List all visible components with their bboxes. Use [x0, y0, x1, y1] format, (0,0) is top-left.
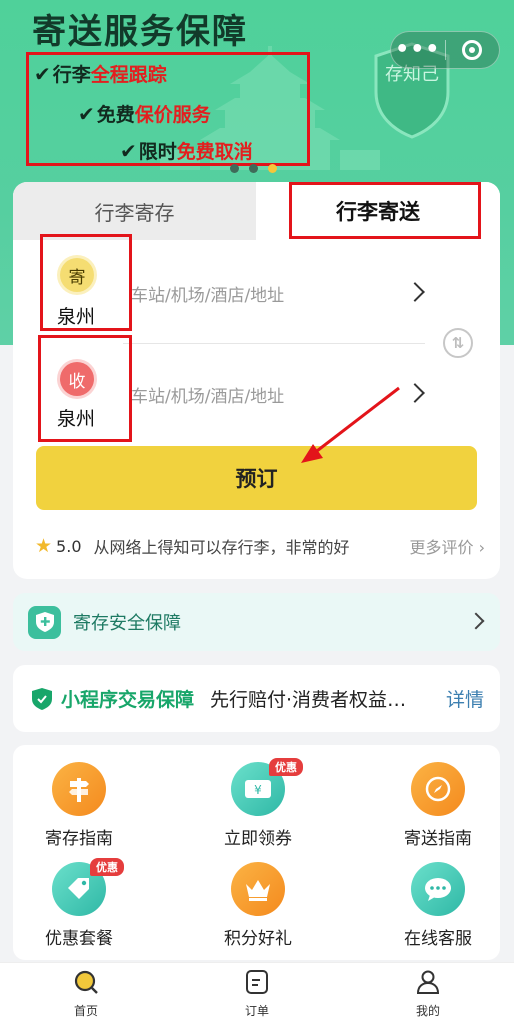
tab-annotation-box [289, 182, 481, 239]
chat-icon [411, 862, 465, 916]
chevron-right-icon [467, 612, 485, 630]
check-icon: ✔ [34, 62, 51, 86]
feature-free-cancel: ✔ 限时免费取消 [120, 139, 253, 163]
sender-row[interactable]: 寄 泉州 车站/机场/酒店/地址 [13, 234, 500, 344]
receiver-annotation-box [38, 335, 132, 442]
booking-card: 行李寄存 行李寄送 寄 泉州 车站/机场/酒店/地址 收 泉州 车站/机场/酒店… [13, 182, 500, 579]
guarantee-title: 小程序交易保障 [61, 689, 195, 711]
receiver-row[interactable]: 收 泉州 车站/机场/酒店/地址 [13, 335, 500, 444]
storage-safety-row[interactable]: 寄存安全保障 [13, 593, 500, 651]
service-get-coupon[interactable]: ¥ 优惠 立即领券 [197, 758, 317, 857]
book-button[interactable]: 预订 [36, 446, 477, 510]
transaction-guarantee-bar[interactable]: 小程序交易保障 先行赔付·消费者权益保障 详情 [13, 665, 500, 732]
target-icon [462, 40, 483, 60]
service-online-support[interactable]: 在线客服 [377, 862, 497, 957]
feature-insurance: ✔ 免费保价服务 [78, 102, 211, 126]
miniprogram-capsule: ••• [390, 31, 500, 69]
signpost-icon [52, 762, 106, 816]
carousel-dot[interactable] [230, 164, 239, 173]
feature-tracking: ✔ 行李全程跟踪 [34, 62, 167, 86]
guarantee-details-link[interactable]: 详情 [446, 685, 484, 712]
sender-address-placeholder[interactable]: 车站/机场/酒店/地址 [131, 281, 284, 306]
carousel-dot-active[interactable] [268, 164, 277, 173]
close-miniprogram-button[interactable] [445, 40, 499, 60]
service-label: 立即领券 [224, 829, 292, 849]
user-icon [416, 970, 440, 994]
chevron-right-icon [405, 383, 425, 403]
carousel-dot[interactable] [249, 164, 258, 173]
tabbar-home[interactable]: 首页 [46, 969, 126, 1024]
sender-annotation-box [40, 234, 132, 331]
promo-tag: 优惠 [269, 758, 303, 776]
shield-plus-icon [28, 605, 61, 639]
service-storage-guide[interactable]: 寄存指南 [18, 762, 138, 857]
chevron-right-icon [405, 282, 425, 302]
tabbar-label: 我的 [415, 1004, 440, 1018]
check-icon: ✔ [120, 139, 137, 163]
service-label: 在线客服 [404, 929, 472, 949]
tabbar-orders[interactable]: 订单 [217, 969, 297, 1024]
review-score: 5.0 [56, 536, 82, 556]
service-delivery-guide[interactable]: 寄送指南 [377, 762, 497, 857]
receiver-address-placeholder[interactable]: 车站/机场/酒店/地址 [131, 382, 284, 407]
service-label: 积分好礼 [224, 929, 292, 949]
service-discount-package[interactable]: 优惠 优惠套餐 [18, 858, 138, 957]
carousel-dots [230, 164, 277, 173]
tab-luggage-storage[interactable]: 行李寄存 [13, 182, 256, 240]
guarantee-shield-icon [32, 687, 52, 710]
promo-tag: 优惠 [90, 858, 124, 876]
services-grid: 寄存指南 ¥ 优惠 立即领券 寄送指南 优惠 优惠套餐 积分好礼 在线客服 [13, 745, 500, 960]
service-label: 寄送指南 [404, 829, 472, 849]
review-text: 从网络上得知可以存行李，非常的好 [93, 538, 350, 557]
swap-address-icon[interactable]: ⇅ [443, 328, 473, 358]
check-icon: ✔ [78, 102, 95, 126]
tabbar-label: 订单 [244, 1004, 269, 1018]
service-label: 寄存指南 [45, 829, 113, 849]
safety-label: 寄存安全保障 [73, 613, 181, 634]
home-search-icon [74, 970, 98, 994]
guarantee-description: 先行赔付·消费者权益保障 [210, 689, 411, 711]
tabbar-label: 首页 [73, 1004, 98, 1018]
compass-icon [411, 762, 465, 816]
order-icon [246, 970, 268, 994]
service-label: 优惠套餐 [45, 929, 113, 949]
tabbar-profile[interactable]: 我的 [388, 969, 468, 1024]
crown-icon [231, 862, 285, 916]
more-dots-icon[interactable]: ••• [391, 35, 445, 65]
service-points-gifts[interactable]: 积分好礼 [197, 862, 317, 957]
bottom-tab-bar: 首页 订单 我的 [0, 962, 514, 1024]
more-reviews-link[interactable]: 更多评价 › [410, 534, 486, 558]
review-summary[interactable]: ★ 5.0 从网络上得知可以存行李，非常的好 更多评价 › [35, 534, 485, 558]
star-icon: ★ [35, 535, 53, 557]
svg-text:¥: ¥ [254, 783, 262, 797]
